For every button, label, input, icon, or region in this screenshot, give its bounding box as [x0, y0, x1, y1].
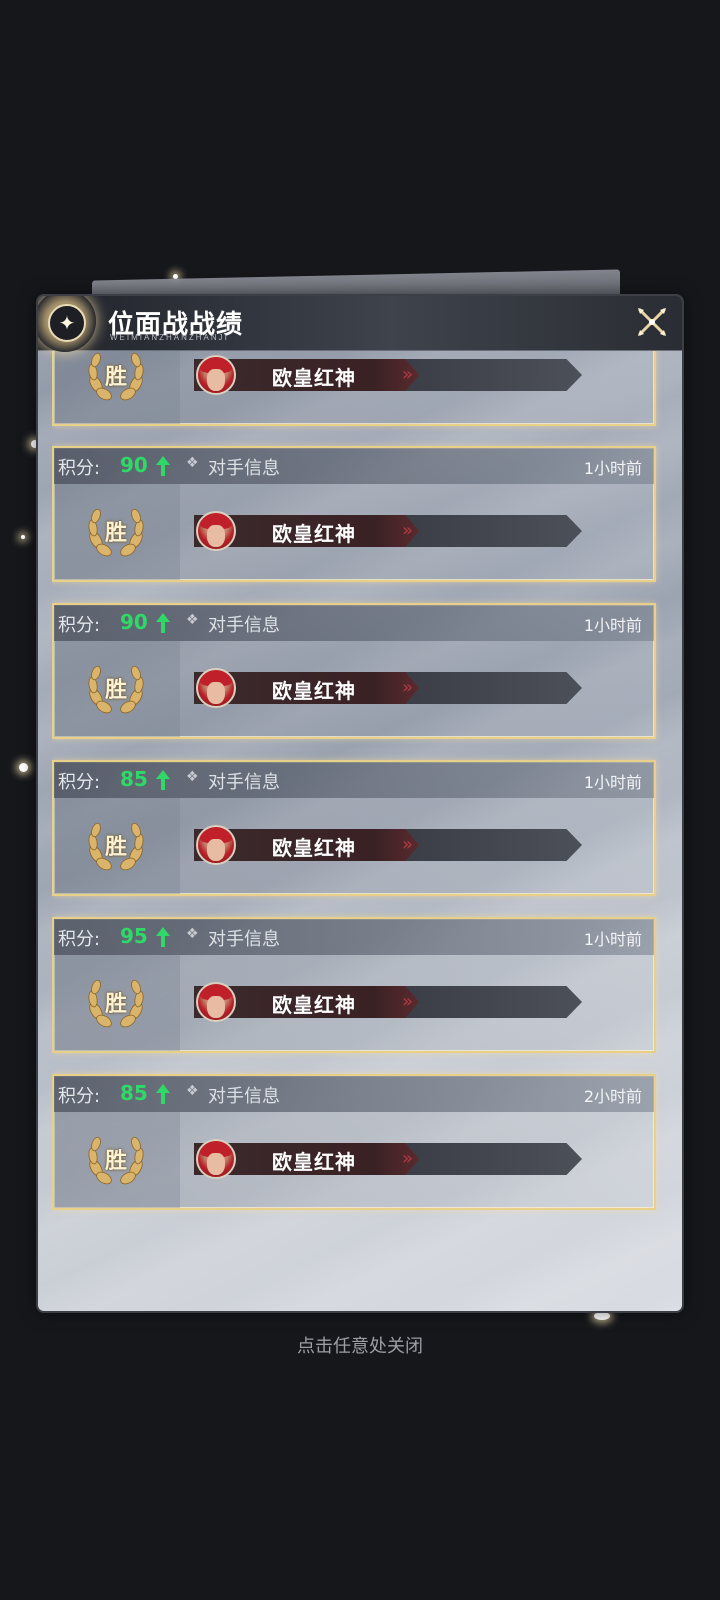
win-result: 胜: [104, 1149, 127, 1174]
record-card[interactable]: 积分: 90 ❖ 对手信息 1小时前 胜 » 欧皇红神: [52, 446, 656, 582]
sparkle-decoration: [594, 1312, 610, 1320]
win-result: 胜: [104, 365, 127, 390]
score-label: 积分:: [58, 929, 101, 950]
record-card[interactable]: 积分: 95 ❖ 对手信息 1小时前 胜 » 欧皇红神: [52, 917, 656, 1053]
close-icon[interactable]: [634, 304, 670, 340]
opponent-info-link[interactable]: 对手信息: [208, 611, 280, 637]
record-time: 1小时前: [583, 616, 642, 635]
arrow-up-icon: [156, 927, 170, 947]
opponent-info-link[interactable]: 对手信息: [208, 768, 280, 794]
score-label: 积分:: [58, 772, 101, 793]
opponent-avatar[interactable]: [196, 511, 236, 551]
card-header: 积分: 85 ❖ 对手信息 2小时前: [54, 1076, 654, 1112]
opponent-info-link[interactable]: 对手信息: [208, 925, 280, 951]
card-header: 积分: 90 ❖ 对手信息 1小时前: [54, 448, 654, 484]
opponent-info-link[interactable]: 对手信息: [208, 1082, 280, 1108]
record-list[interactable]: 胜 » 欧皇红神 积分: 90 ❖ 对手信息 1小时前 胜 » 欧皇红神 积分:…: [52, 350, 668, 1270]
diamond-icon: ❖: [186, 926, 199, 942]
chevron-icon: »: [402, 677, 414, 698]
opponent-avatar[interactable]: [196, 1139, 236, 1179]
arrow-up-icon: [156, 1084, 170, 1104]
win-result: 胜: [104, 521, 127, 546]
chevron-icon: »: [402, 364, 414, 385]
panel-header: ✦ 位面战战绩 WEIMIANZHANZHANJI: [38, 296, 682, 352]
opponent-info-link[interactable]: 对手信息: [208, 454, 280, 480]
record-card[interactable]: 积分: 90 ❖ 对手信息 1小时前 胜 » 欧皇红神: [52, 603, 656, 739]
opponent-name: 欧皇红神: [272, 836, 356, 860]
card-header: 积分: 85 ❖ 对手信息 1小时前: [54, 762, 654, 798]
record-time: 1小时前: [583, 773, 642, 792]
opponent-avatar[interactable]: [196, 825, 236, 865]
score-value: 95: [120, 924, 148, 948]
diamond-icon: ❖: [186, 769, 199, 785]
diamond-icon: ❖: [186, 1083, 199, 1099]
diamond-icon: ❖: [186, 612, 199, 628]
diamond-icon: ❖: [186, 455, 199, 471]
score-label: 积分:: [58, 615, 101, 636]
sparkle-decoration: [19, 763, 28, 772]
win-result: 胜: [104, 992, 127, 1017]
record-time: 1小时前: [583, 459, 642, 478]
opponent-name: 欧皇红神: [272, 1150, 356, 1174]
arrow-up-icon: [156, 456, 170, 476]
opponent-avatar[interactable]: [196, 982, 236, 1022]
opponent-avatar[interactable]: [196, 668, 236, 708]
card-header: 积分: 90 ❖ 对手信息 1小时前: [54, 605, 654, 641]
record-card[interactable]: 积分: 85 ❖ 对手信息 2小时前 胜 » 欧皇红神: [52, 1074, 656, 1210]
score-value: 90: [120, 610, 148, 634]
record-card[interactable]: 胜 » 欧皇红神: [52, 350, 656, 426]
win-result: 胜: [104, 678, 127, 703]
score-label: 积分:: [58, 1086, 101, 1107]
tap-to-close-hint[interactable]: 点击任意处关闭: [0, 1332, 720, 1358]
panel-subtitle: WEIMIANZHANZHANJI: [110, 333, 229, 342]
score-value: 85: [120, 767, 148, 791]
opponent-avatar[interactable]: [196, 355, 236, 395]
chevron-icon: »: [402, 1148, 414, 1169]
card-header: 积分: 95 ❖ 对手信息 1小时前: [54, 919, 654, 955]
opponent-name: 欧皇红神: [272, 522, 356, 546]
chevron-icon: »: [402, 991, 414, 1012]
chevron-icon: »: [402, 520, 414, 541]
opponent-name: 欧皇红神: [272, 679, 356, 703]
win-result: 胜: [104, 835, 127, 860]
score-value: 90: [120, 453, 148, 477]
opponent-name: 欧皇红神: [272, 366, 356, 390]
battle-record-panel: ✦ 位面战战绩 WEIMIANZHANZHANJI 胜 » 欧皇红神 积分: 9…: [38, 296, 682, 1311]
record-card[interactable]: 积分: 85 ❖ 对手信息 1小时前 胜 » 欧皇红神: [52, 760, 656, 896]
emblem-icon: ✦: [38, 296, 96, 352]
record-time: 2小时前: [583, 1087, 642, 1106]
record-time: 1小时前: [583, 930, 642, 949]
arrow-up-icon: [156, 613, 170, 633]
arrow-up-icon: [156, 770, 170, 790]
score-value: 85: [120, 1081, 148, 1105]
opponent-name: 欧皇红神: [272, 993, 356, 1017]
sparkle-decoration: [21, 535, 25, 539]
score-label: 积分:: [58, 458, 101, 479]
chevron-icon: »: [402, 834, 414, 855]
